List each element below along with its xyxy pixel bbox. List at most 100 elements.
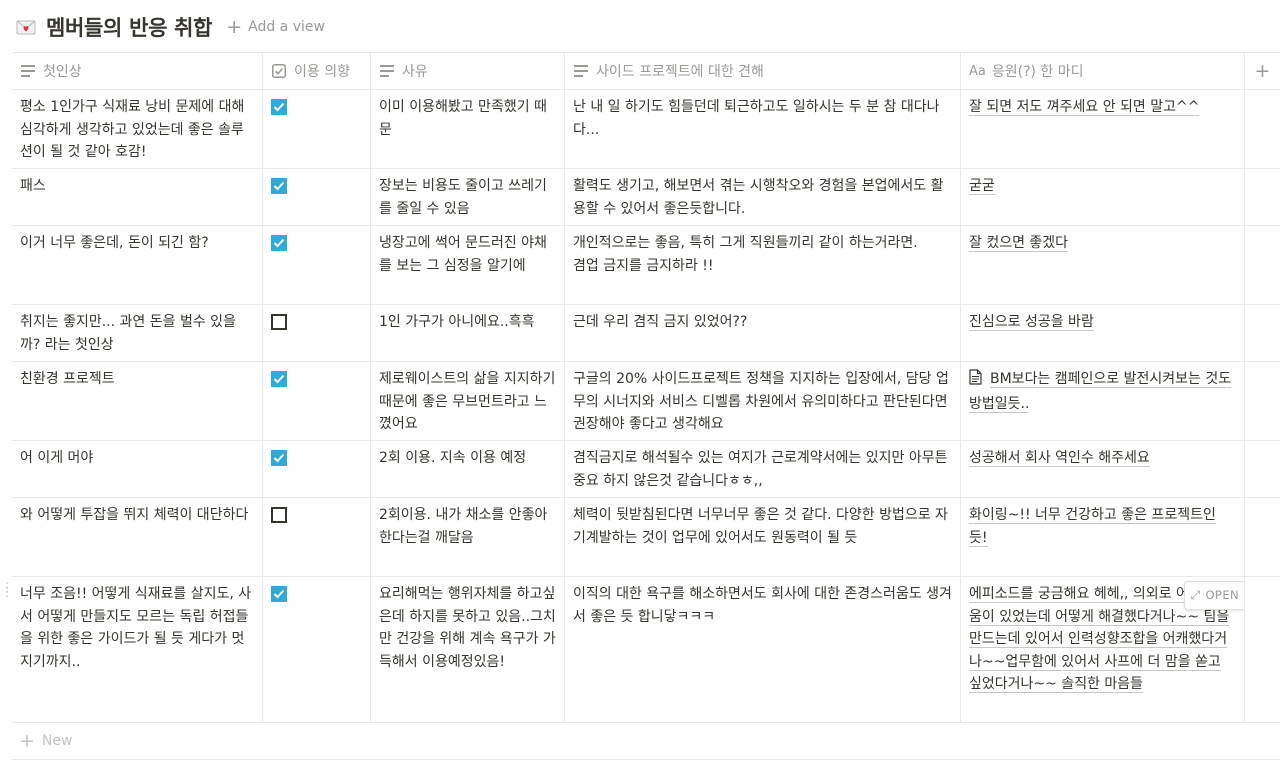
checkmark-icon [273,238,285,248]
opinion-cell[interactable]: 겸직금지로 해석될수 있는 여지가 근로계약서에는 있지만 아무튼 중요 하지 … [565,441,961,497]
checkbox-icon [271,64,287,78]
table-row[interactable]: 평소 1인가구 식재료 낭비 문제에 대해 심각하게 생각하고 있었는데 좋은 … [12,90,1280,169]
table-row[interactable]: 이거 너무 좋은데, 돈이 되긴 함? 냉장고에 썩어 문드러진 야채를 보는 … [12,226,1280,305]
text-lines-icon [20,65,36,77]
table-row[interactable]: 와 어떻게 투잡을 뛰지 체력이 대단하다 2회이용. 내가 채소를 안좋아한다… [12,498,1280,577]
page-header: 멤버들의 반응 취합 + Add a view [14,0,325,54]
intent-cell[interactable] [263,90,371,168]
intent-checkbox[interactable] [271,99,287,115]
column-label: 첫인상 [43,64,82,80]
table-row[interactable]: ⋮ ⋮ 너무 조음!! 어떻게 식재료를 살지도, 사서 어떻게 만들지도 모르는… [1,577,1280,723]
intent-cell[interactable] [263,305,371,361]
reason-cell[interactable]: 장보는 비용도 줄이고 쓰레기를 줄일 수 있음 [371,169,565,225]
new-row-label: New [41,733,73,749]
intent-checkbox[interactable] [271,586,287,602]
cheer-cell[interactable]: BM보다는 캠페인으로 발전시켜보는 것도 방법일듯.. [961,362,1245,440]
text-lines-icon [379,65,395,77]
cheer-cell[interactable]: 굳굳 [961,169,1245,225]
column-label: 사유 [402,64,428,80]
opinion-cell[interactable]: 체력이 뒷받침된다면 너무너무 좋은 것 같다. 다양한 방법으로 자기계발하는… [565,498,961,576]
love-letter-icon[interactable] [14,15,38,39]
add-view-label: Add a view [248,19,325,35]
document-icon [969,369,982,393]
database-table: 첫인상 이용 의향 사유 사이드 프로젝트에 대한 견해 Aa 응원(?) 한 … [1,52,1280,760]
intent-cell[interactable] [263,498,371,576]
reason-cell[interactable]: 2회이용. 내가 채소를 안좋아한다는걸 깨달음 [371,498,565,576]
checkmark-icon [273,102,285,112]
empty-cell [1245,441,1280,497]
intent-cell[interactable] [263,577,371,722]
reason-cell[interactable]: 제로웨이스트의 삶을 지지하기 때문에 좋은 무브먼트라고 느꼈어요 [371,362,565,440]
empty-cell [1245,362,1280,440]
plus-icon: + [1254,60,1271,82]
table-row[interactable]: 취지는 좋지만... 과연 돈을 벌수 있을까? 라는 첫인상 1인 가구가 아… [12,305,1280,362]
impression-cell[interactable]: 너무 조음!! 어떻게 식재료를 살지도, 사서 어떻게 만들지도 모르는 독립… [12,577,263,722]
checkmark-icon [273,589,285,599]
opinion-cell[interactable]: 이직의 대한 욕구를 해소하면서도 회사에 대한 존경스러움도 생겨서 좋은 듯… [565,577,961,722]
intent-cell[interactable] [263,169,371,225]
impression-cell[interactable]: 평소 1인가구 식재료 낭비 문제에 대해 심각하게 생각하고 있었는데 좋은 … [12,90,263,168]
intent-checkbox[interactable] [271,371,287,387]
column-header-opinion[interactable]: 사이드 프로젝트에 대한 견해 [565,53,961,89]
cheer-cell[interactable]: 에피소드를 궁금해요 헤헤,, 의외로 어떤 어려움이 있었는데 어떻게 해결했… [961,577,1245,722]
open-page-button[interactable]: ⤢ OPEN [1183,581,1244,610]
reason-cell[interactable]: 냉장고에 썩어 문드러진 야채를 보는 그 심정을 알기에 [371,226,565,304]
add-column-button[interactable]: + [1245,53,1280,89]
cheer-title[interactable]: 진심으로 성공을 바람 [969,314,1094,331]
cheer-cell[interactable]: 성공해서 회사 역인수 해주세요 [961,441,1245,497]
table-row[interactable]: 친환경 프로젝트 제로웨이스트의 삶을 지지하기 때문에 좋은 무브먼트라고 느… [12,362,1280,441]
checkmark-icon [273,374,285,384]
column-header-intent[interactable]: 이용 의향 [263,53,371,89]
impression-cell[interactable]: 친환경 프로젝트 [12,362,263,440]
opinion-cell[interactable]: 난 내 일 하기도 힘들던데 퇴근하고도 일하시는 두 분 참 대다나다... [565,90,961,168]
impression-cell[interactable]: 와 어떻게 투잡을 뛰지 체력이 대단하다 [12,498,263,576]
opinion-cell[interactable]: 근데 우리 겸직 금지 있었어?? [565,305,961,361]
column-header-impression[interactable]: 첫인상 [12,53,263,89]
cheer-cell[interactable]: 화이링~!! 너무 건강하고 좋은 프로젝트인 듯! [961,498,1245,576]
intent-checkbox[interactable] [271,507,287,523]
title-aa-icon: Aa [969,63,986,79]
reason-cell[interactable]: 요리해먹는 행위자체를 하고싶은데 하지를 못하고 있음..그치만 건강을 위해… [371,577,565,722]
intent-checkbox[interactable] [271,235,287,251]
intent-checkbox[interactable] [271,314,287,330]
empty-cell [1245,305,1280,361]
cheer-title[interactable]: 잘 되면 저도 껴주세요 안 되면 말고^^ [969,99,1200,116]
reason-cell[interactable]: 2회 이용. 지속 이용 예정 [371,441,565,497]
expand-arrow-icon: ⤢ [1190,588,1201,602]
checkmark-icon [273,453,285,463]
opinion-cell[interactable]: 활력도 생기고, 해보면서 겪는 시행착오와 경험을 본업에서도 활용할 수 있… [565,169,961,225]
reason-cell[interactable]: 이미 이용해봤고 만족했기 때문 [371,90,565,168]
checkmark-icon [273,181,285,191]
cheer-title[interactable]: BM보다는 캠페인으로 발전시켜보는 것도 방법일듯.. [969,371,1232,413]
cheer-title[interactable]: 잘 컸으면 좋겠다 [969,235,1069,252]
opinion-cell[interactable]: 개인적으로는 좋음, 특히 그게 직원들끼리 같이 하는거라면. 겸업 금지를 … [565,226,961,304]
impression-cell[interactable]: 패스 [12,169,263,225]
cheer-cell[interactable]: 잘 컸으면 좋겠다 [961,226,1245,304]
new-row-button[interactable]: + New [12,723,1280,760]
intent-cell[interactable] [263,441,371,497]
add-view-button[interactable]: + Add a view [226,15,325,38]
impression-cell[interactable]: 이거 너무 좋은데, 돈이 되긴 함? [12,226,263,304]
plus-icon: + [19,729,35,752]
cheer-title[interactable]: 굳굳 [969,178,995,195]
column-header-reason[interactable]: 사유 [371,53,565,89]
drag-handle-icon[interactable]: ⋮ ⋮ [1,581,13,598]
cheer-cell[interactable]: 진심으로 성공을 바람 [961,305,1245,361]
table-row[interactable]: 어 이게 머야 2회 이용. 지속 이용 예정 겸직금지로 해석될수 있는 여지… [12,441,1280,498]
cheer-title[interactable]: 성공해서 회사 역인수 해주세요 [969,450,1150,467]
empty-cell [1245,169,1280,225]
reason-cell[interactable]: 1인 가구가 아니에요..흑흑 [371,305,565,361]
cheer-cell[interactable]: 잘 되면 저도 껴주세요 안 되면 말고^^ [961,90,1245,168]
intent-cell[interactable] [263,226,371,304]
table-row[interactable]: 패스 장보는 비용도 줄이고 쓰레기를 줄일 수 있음 활력도 생기고, 해보면… [12,169,1280,226]
intent-cell[interactable] [263,362,371,440]
cheer-title[interactable]: 화이링~!! 너무 건강하고 좋은 프로젝트인 듯! [969,507,1216,547]
empty-cell [1245,90,1280,168]
intent-checkbox[interactable] [271,450,287,466]
impression-cell[interactable]: 취지는 좋지만... 과연 돈을 벌수 있을까? 라는 첫인상 [12,305,263,361]
plus-icon: + [226,15,243,38]
column-header-cheer[interactable]: Aa 응원(?) 한 마디 [961,53,1245,89]
opinion-cell[interactable]: 구글의 20% 사이드프로젝트 정책을 지지하는 입장에서, 담당 업무의 시너… [565,362,961,440]
impression-cell[interactable]: 어 이게 머야 [12,441,263,497]
intent-checkbox[interactable] [271,178,287,194]
